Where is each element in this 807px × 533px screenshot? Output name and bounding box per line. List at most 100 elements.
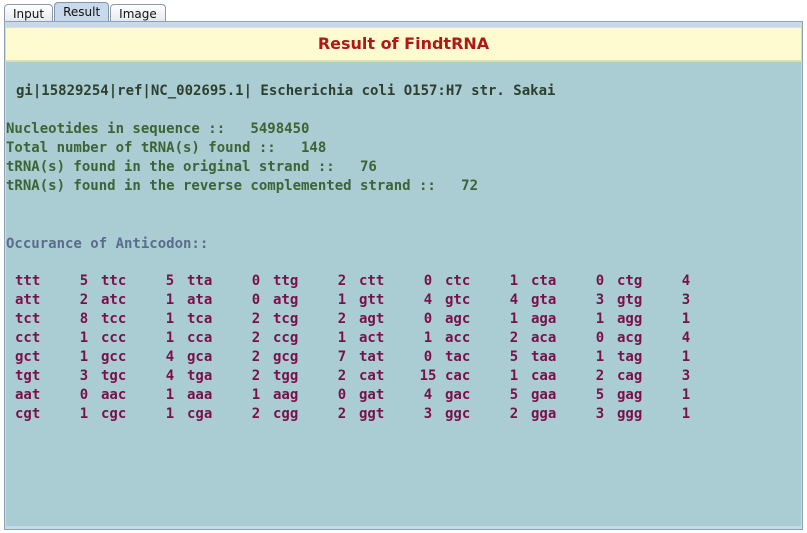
anticodon-label: ttt bbox=[15, 273, 41, 289]
result-content: gi|15829254|ref|NC_002695.1| Escherichia… bbox=[6, 62, 801, 526]
anticodon-count: 2 bbox=[79, 292, 89, 308]
anticodon-count: 0 bbox=[423, 311, 433, 327]
anticodon-count: 15 bbox=[419, 368, 437, 384]
anticodon-count: 1 bbox=[79, 406, 89, 422]
anticodon-label: aat bbox=[15, 387, 41, 403]
anticodon-count: 0 bbox=[423, 349, 433, 365]
anticodon-label: ggc bbox=[445, 406, 471, 422]
table-row: ttt 5 ttc 5 tta 0 ttg 2 ctt 0 ctc 1 cta 0 ctg 4 bbox=[15, 272, 703, 291]
total-trna-count: Total number of tRNA(s) found :: 148 bbox=[6, 140, 327, 156]
anticodon-label: cag bbox=[617, 368, 643, 384]
anticodon-count: 2 bbox=[509, 330, 519, 346]
anticodon-label: tta bbox=[187, 273, 213, 289]
anticodon-label: ttc bbox=[101, 273, 127, 289]
anticodon-label: aac bbox=[101, 387, 127, 403]
anticodon-count: 4 bbox=[509, 292, 519, 308]
anticodon-count: 5 bbox=[509, 349, 519, 365]
anticodon-count: 1 bbox=[79, 330, 89, 346]
anticodon-label: ccg bbox=[273, 330, 299, 346]
anticodon-count: 1 bbox=[509, 273, 519, 289]
anticodon-heading: Occurance of Anticodon:: bbox=[6, 236, 209, 252]
anticodon-count: 2 bbox=[337, 368, 347, 384]
anticodon-label: taa bbox=[531, 349, 557, 365]
tab-image[interactable]: Image bbox=[110, 4, 166, 22]
anticodon-count: 7 bbox=[337, 349, 347, 365]
anticodon-label: cgg bbox=[273, 406, 299, 422]
anticodon-label: gtc bbox=[445, 292, 471, 308]
anticodon-label: ctc bbox=[445, 273, 471, 289]
anticodon-count: 0 bbox=[595, 330, 605, 346]
anticodon-label: ggg bbox=[617, 406, 643, 422]
anticodon-label: act bbox=[359, 330, 385, 346]
anticodon-label: agc bbox=[445, 311, 471, 327]
anticodon-count: 2 bbox=[337, 406, 347, 422]
table-row: aat 0 aac 1 aaa 1 aag 0 gat 4 gac 5 gaa 5 gag 1 bbox=[15, 386, 703, 405]
anticodon-count: 2 bbox=[251, 311, 261, 327]
anticodon-label: agt bbox=[359, 311, 385, 327]
anticodon-label: atg bbox=[273, 292, 299, 308]
anticodon-count: 1 bbox=[681, 349, 691, 365]
anticodon-label: gca bbox=[187, 349, 213, 365]
anticodon-label: cat bbox=[359, 368, 385, 384]
anticodon-count: 1 bbox=[681, 311, 691, 327]
anticodon-label: ctt bbox=[359, 273, 385, 289]
anticodon-label: tac bbox=[445, 349, 471, 365]
anticodon-label: cct bbox=[15, 330, 41, 346]
result-panel: Result of FindtRNA gi|15829254|ref|NC_00… bbox=[4, 21, 803, 530]
anticodon-label: tga bbox=[187, 368, 213, 384]
anticodon-label: tag bbox=[617, 349, 643, 365]
anticodon-count: 0 bbox=[595, 273, 605, 289]
tab-input[interactable]: Input bbox=[4, 4, 54, 22]
table-row: cct 1 ccc 1 cca 2 ccg 1 act 1 acc 2 aca 0 acg 4 bbox=[15, 329, 703, 348]
anticodon-label: tgg bbox=[273, 368, 299, 384]
anticodon-count: 5 bbox=[595, 387, 605, 403]
anticodon-label: gat bbox=[359, 387, 385, 403]
anticodon-count: 3 bbox=[423, 406, 433, 422]
anticodon-label: gcg bbox=[273, 349, 299, 365]
anticodon-label: ttg bbox=[273, 273, 299, 289]
table-row: cgt 1 cgc 1 cga 2 cgg 2 ggt 3 ggc 2 gga 3 ggg 1 bbox=[15, 405, 703, 424]
anticodon-count: 0 bbox=[79, 387, 89, 403]
anticodon-count: 2 bbox=[251, 406, 261, 422]
anticodon-count: 4 bbox=[681, 330, 691, 346]
anticodon-count: 3 bbox=[681, 368, 691, 384]
anticodon-label: aag bbox=[273, 387, 299, 403]
anticodon-count: 1 bbox=[79, 349, 89, 365]
anticodon-label: atc bbox=[101, 292, 127, 308]
original-strand-count: tRNA(s) found in the original strand :: … bbox=[6, 159, 377, 175]
anticodon-label: acg bbox=[617, 330, 643, 346]
anticodon-count: 4 bbox=[165, 368, 175, 384]
anticodon-count: 1 bbox=[251, 387, 261, 403]
anticodon-table: ttt 5 ttc 5 tta 0 ttg 2 ctt 0 ctc 1 cta 0 ctg 4 att 2 atc 1… bbox=[15, 272, 703, 424]
anticodon-label: tca bbox=[187, 311, 213, 327]
anticodon-label: aga bbox=[531, 311, 557, 327]
anticodon-label: tcc bbox=[101, 311, 127, 327]
table-row: att 2 atc 1 ata 0 atg 1 gtt 4 gtc 4 gta 3 gtg 3 bbox=[15, 291, 703, 310]
anticodon-count: 1 bbox=[337, 330, 347, 346]
anticodon-count: 0 bbox=[251, 273, 261, 289]
reverse-strand-count: tRNA(s) found in the reverse complemente… bbox=[6, 178, 479, 194]
anticodon-label: gag bbox=[617, 387, 643, 403]
anticodon-count: 2 bbox=[509, 406, 519, 422]
anticodon-label: agg bbox=[617, 311, 643, 327]
anticodon-count: 1 bbox=[595, 311, 605, 327]
anticodon-label: ggt bbox=[359, 406, 385, 422]
anticodon-count: 2 bbox=[337, 311, 347, 327]
anticodon-count: 2 bbox=[595, 368, 605, 384]
tab-result[interactable]: Result bbox=[54, 2, 110, 22]
anticodon-count: 2 bbox=[251, 368, 261, 384]
anticodon-label: aca bbox=[531, 330, 557, 346]
anticodon-label: cta bbox=[531, 273, 557, 289]
anticodon-label: gaa bbox=[531, 387, 557, 403]
anticodon-label: tgt bbox=[15, 368, 41, 384]
anticodon-count: 2 bbox=[251, 349, 261, 365]
anticodon-label: gtg bbox=[617, 292, 643, 308]
anticodon-count: 1 bbox=[423, 330, 433, 346]
anticodon-label: gtt bbox=[359, 292, 385, 308]
anticodon-label: gct bbox=[15, 349, 41, 365]
anticodon-count: 1 bbox=[165, 330, 175, 346]
anticodon-label: aaa bbox=[187, 387, 213, 403]
anticodon-count: 2 bbox=[251, 330, 261, 346]
anticodon-count: 3 bbox=[595, 292, 605, 308]
anticodon-label: cgc bbox=[101, 406, 127, 422]
